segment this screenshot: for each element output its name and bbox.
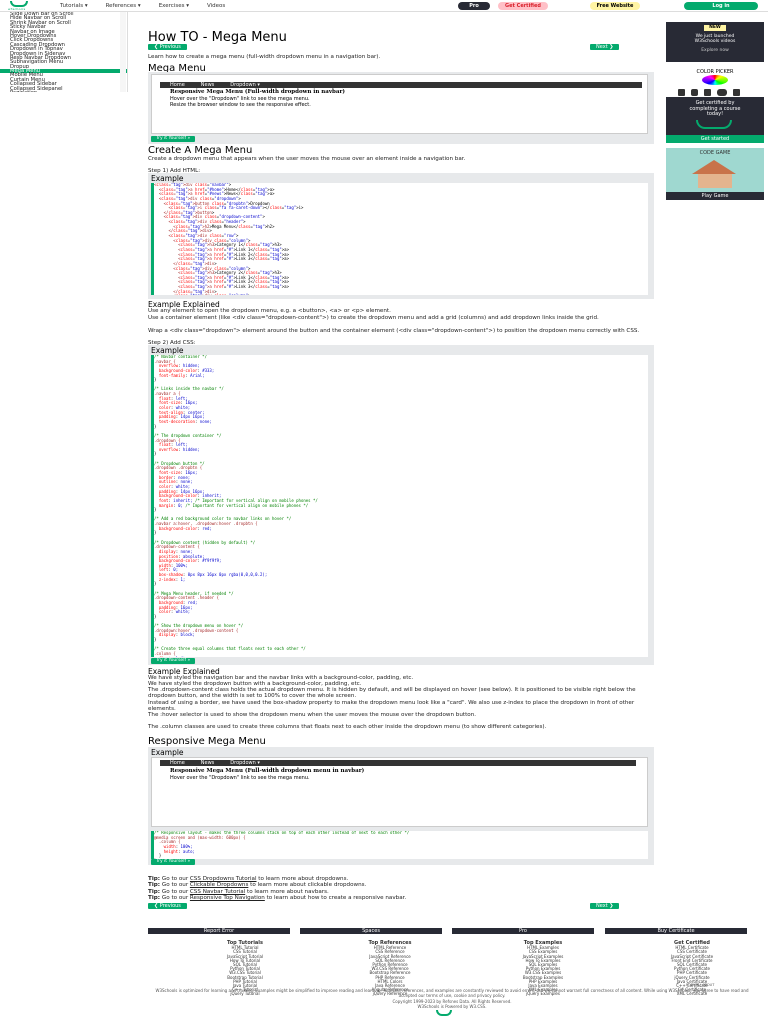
game-house-icon [698,174,732,188]
code-line: <class="tag">div class="column"> [154,294,648,295]
page-title: How TO - Mega Menu [148,30,287,45]
responsive-example-box: Example Home News Dropdown ▾ Responsive … [148,747,654,865]
new-badge: NEW [704,25,726,31]
demo2-heading: Responsive Mega Menu (Full-width dropdow… [170,768,365,774]
intro-text: Learn how to create a mega menu (full-wi… [148,54,381,60]
get-started-button[interactable]: Get started [666,135,764,143]
explained2-line-5: The :hover selector is used to show the … [148,712,477,718]
sidebar-scrollbar[interactable] [120,12,126,92]
game-roof-icon [692,160,736,174]
explained2-line-4: Instead of using a border, we have used … [148,700,635,713]
demo2-nav-dropdown[interactable]: Dropdown ▾ [230,760,260,766]
tip-text-b: to learn more about navbars. [245,888,329,895]
footer-disclaimer: W3Schools is optimized for learning and … [155,988,749,998]
pro-footer-button[interactable]: Pro [452,928,594,934]
previous-button-top[interactable]: ❮ Previous [148,44,187,50]
linkedin-icon[interactable] [704,89,711,96]
tip-prefix: Tip: [148,894,162,901]
sidebar-item[interactable]: Pagination [0,90,127,92]
tip-text-a: Go to our [161,882,190,889]
tip-text-b: to learn more about clickable dropdowns. [248,882,367,889]
videos-ad[interactable]: NEW We just launched W3Schools videos Ex… [666,22,764,62]
tip-text-b: to learn more about dropdowns. [256,876,349,882]
w3schools-logo[interactable]: w3schools [8,0,32,12]
responsive-code-block: /* Responsive layout - makes the three c… [151,831,648,859]
demo-heading: Responsive Mega Menu (Full-width dropdow… [170,89,345,95]
tip-link[interactable]: CSS Navbar Tutorial [190,889,245,895]
demo2-nav-home[interactable]: Home [170,760,185,766]
youtube-icon[interactable] [733,89,740,96]
explore-now-button[interactable]: Explore now [685,48,745,53]
explained1-line-1: Use any element to open the dropdown men… [148,308,391,314]
css-example-box: Example /* Navbar container */.navbar { … [148,345,654,665]
demo-example-box: Home News Dropdown ▾ Responsive Mega Men… [148,72,654,144]
html-code-block: <class="tag">div class="navbar"> <class=… [151,183,648,295]
previous-button-bottom[interactable]: ❮ Previous [148,903,187,909]
demo2-text: Hover over the "Dropdown" link to see th… [170,775,310,781]
next-button-top[interactable]: Next ❯ [590,44,620,50]
tip-text-a: Go to our [161,876,190,882]
code-game-label: CODE GAME [699,150,731,156]
tip-link[interactable]: CSS Dropdowns Tutorial [190,876,257,882]
tip-line: Tip: Go to our CSS Navbar Tutorial to le… [148,889,329,895]
demo-nav-news[interactable]: News [201,82,215,88]
get-certified-ad[interactable]: Get certified by completing a course tod… [666,97,764,143]
tip-link[interactable]: Clickable Dropdowns [190,882,248,888]
tip-line: Tip: Go to our Responsive Top Navigation… [148,895,406,901]
ad-text: We just launched W3Schools videos [694,34,736,44]
tip-line: Tip: Go to our CSS Dropdowns Tutorial to… [148,876,348,882]
html-example-box: Example <class="tag">div class="navbar">… [148,173,654,299]
demo-navbar: Home News Dropdown ▾ [160,82,642,88]
try-it-button-2[interactable]: Try it Yourself » [151,658,196,664]
tip-text-a: Go to our [161,888,190,895]
social-icons [678,89,740,96]
tip-text-a: Go to our [161,894,190,901]
facebook-icon[interactable] [678,89,685,96]
footer-powered: W3Schools is Powered by W3.CSS. [417,1004,487,1009]
report-error-button[interactable]: Report Error [148,928,290,934]
instagram-icon[interactable] [691,89,698,96]
tip-text-b: to learn about how to create a responsiv… [264,894,407,901]
try-it-button-3[interactable]: Try it Yourself » [151,859,196,865]
demo-text-2: Resize the browser window to see the res… [170,102,311,108]
demo-nav-home[interactable]: Home [170,82,185,88]
explained1-line-3: Wrap a <div class="dropdown"> element ar… [148,328,640,334]
create-description: Create a dropdown menu that appears when… [148,156,466,162]
demo-frame-2: Home News Dropdown ▾ Responsive Mega Men… [151,757,648,827]
main-content: How TO - Mega Menu ❮ Previous Next ❯ Lea… [148,0,654,1024]
spaces-button[interactable]: Spaces [300,928,442,934]
nav-references[interactable]: References ▾ [106,3,141,9]
demo2-navbar: Home News Dropdown ▾ [160,760,636,766]
tip-prefix: Tip: [148,876,162,882]
example-label-html: Example [151,174,184,183]
explained1-line-2: Use a container element (like <div class… [148,315,599,321]
section-heading-create: Create A Mega Menu [148,145,253,156]
code-game-ad[interactable]: CODE GAME Play Game [666,148,764,200]
cert-logo-icon [696,120,732,129]
logo-text: w3schools [8,6,26,11]
demo-nav-dropdown[interactable]: Dropdown ▾ [230,82,260,88]
example-label-css: Example [151,346,184,355]
example-label-responsive: Example [151,748,184,757]
tip-line: Tip: Go to our Clickable Dropdowns to le… [148,882,366,888]
left-sidebar: Slide Down Bar on Scroll Hide Navbar on S… [0,12,128,92]
nav-tutorials[interactable]: Tutorials ▾ [60,3,88,9]
next-button-bottom[interactable]: Next ❯ [590,903,620,909]
section-heading-responsive: Responsive Mega Menu [148,736,266,747]
explained2-line-6: The .column classes are used to create t… [148,724,547,730]
play-game-button[interactable]: Play Game [666,192,764,200]
tip-prefix: Tip: [148,888,162,895]
tip-link[interactable]: Responsive Top Navigation [190,895,265,901]
explained2-line-3: The .dropdown-content class holds the ac… [148,687,636,700]
try-it-button-1[interactable]: Try it Yourself » [151,136,196,142]
demo-frame: Home News Dropdown ▾ Responsive Mega Men… [151,74,648,134]
right-column: NEW We just launched W3Schools videos Ex… [666,0,764,1024]
demo2-nav-news[interactable]: News [201,760,215,766]
cert-text: Get certified by completing a course tod… [689,100,741,117]
css-code-block: /* Navbar container */.navbar { overflow… [151,355,648,657]
discord-icon[interactable] [717,89,727,96]
tip-prefix: Tip: [148,882,162,889]
color-wheel-icon[interactable] [702,75,728,85]
